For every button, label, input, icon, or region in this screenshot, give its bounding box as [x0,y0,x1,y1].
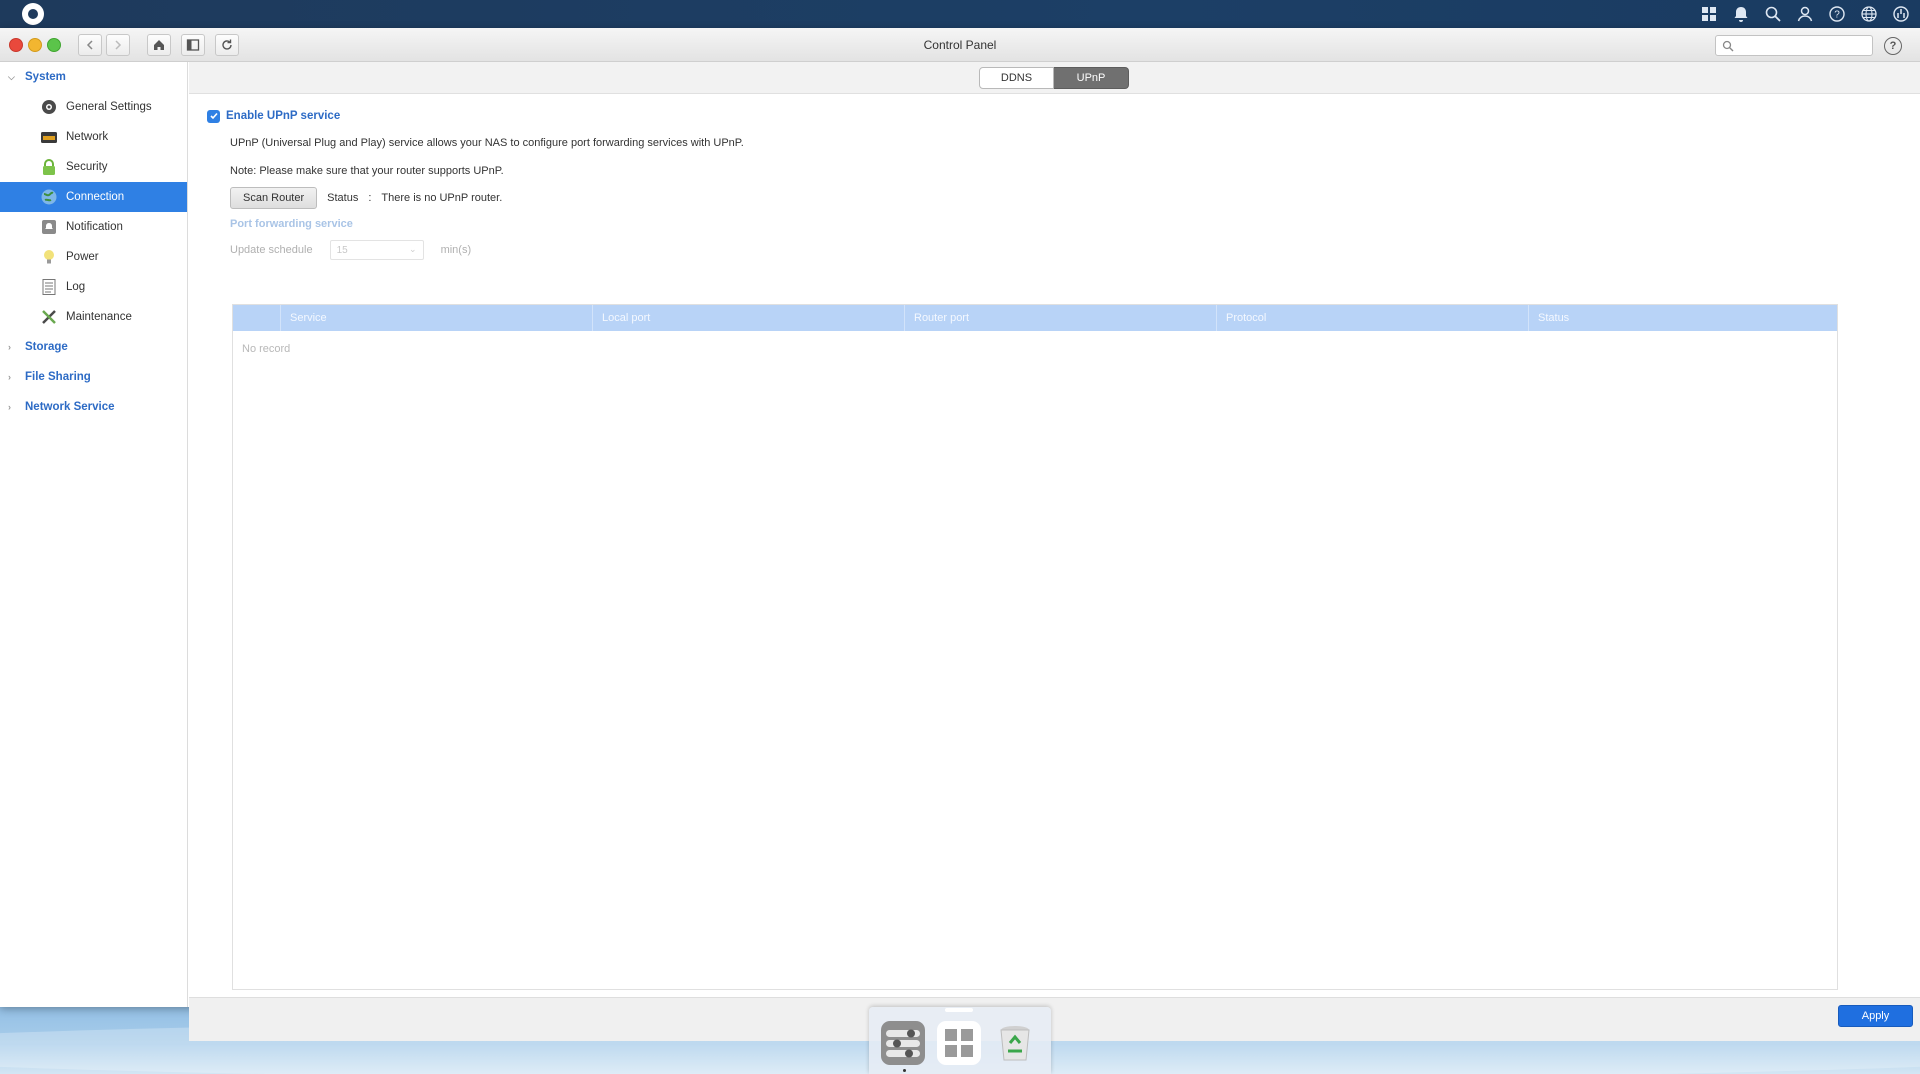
search-icon [1722,40,1734,51]
enable-upnp-label[interactable]: Enable UPnP service [226,110,340,122]
chevron-right-icon: › [8,342,11,352]
network-icon [40,128,58,146]
update-schedule-label: Update schedule [230,244,313,256]
help-button[interactable]: ? [1884,37,1902,55]
control-panel-window: Control Panel ? ⌵ System General Setting… [0,28,1920,1041]
globe-icon[interactable] [1860,5,1878,23]
dock-marker [945,1008,973,1012]
column-header-service[interactable]: Service [281,305,593,331]
sidebar-group-label: System [25,71,66,83]
tools-icon [40,308,58,326]
sidebar-group-file-sharing[interactable]: › File Sharing [0,362,187,392]
globe-connection-icon [40,188,58,206]
window-title: Control Panel [923,38,997,52]
dashboard-gauge-icon[interactable] [1892,5,1910,23]
sidebar: ⌵ System General Settings Network Securi… [0,62,188,1007]
chevron-down-icon: ⌄ [409,244,417,254]
control-panel-dock-icon[interactable] [881,1021,925,1065]
notification-icon [40,218,58,236]
column-header-router-port[interactable]: Router port [905,305,1217,331]
qnap-logo-icon[interactable] [22,3,44,25]
enable-upnp-checkbox[interactable] [207,109,220,123]
sidebar-group-system[interactable]: ⌵ System [0,62,187,92]
user-icon[interactable] [1796,5,1814,23]
table-header: Service Local port Router port Protocol … [233,305,1837,331]
system-topbar: ? [0,0,1920,28]
update-schedule-unit: min(s) [440,244,472,256]
sidebar-group-storage[interactable]: › Storage [0,332,187,362]
help-icon[interactable]: ? [1828,5,1846,23]
apps-grid-icon[interactable] [1700,5,1718,23]
sidebar-item-network[interactable]: Network [0,122,187,152]
status-value: There is no UPnP router. [381,192,503,204]
sidebar-item-maintenance[interactable]: Maintenance [0,302,187,332]
svg-text:?: ? [1834,10,1840,21]
sidebar-item-label: Connection [66,191,125,203]
sidebar-group-network-service[interactable]: › Network Service [0,392,187,422]
search-input[interactable] [1738,39,1868,52]
search-icon[interactable] [1764,5,1782,23]
column-header-protocol[interactable]: Protocol [1217,305,1529,331]
sidebar-item-label: General Settings [66,101,152,113]
tab-upnp[interactable]: UPnP [1054,67,1129,89]
chevron-down-icon: ⌵ [8,71,15,82]
sidebar-item-notification[interactable]: Notification [0,212,187,242]
footer-bar: Apply [189,997,1920,1041]
column-header-local-port[interactable]: Local port [593,305,905,331]
search-field[interactable] [1715,35,1873,56]
chevron-right-icon: › [8,402,11,412]
scan-router-button[interactable]: Scan Router [230,187,318,209]
update-schedule-value: 15 [336,244,348,256]
upnp-description: UPnP (Universal Plug and Play) service a… [230,137,744,149]
sidebar-item-label: Notification [66,221,123,233]
sidebar-item-label: Network [66,131,109,143]
sidebar-item-general-settings[interactable]: General Settings [0,92,187,122]
running-indicator [903,1069,906,1072]
tab-ddns[interactable]: DDNS [979,67,1054,89]
sidebar-item-label: Log [66,281,86,293]
apply-button[interactable]: Apply [1838,1005,1913,1027]
app-center-dock-icon[interactable] [937,1021,981,1065]
upnp-note: Note: Please make sure that your router … [230,165,504,177]
sidebar-group-label: Storage [25,341,68,353]
update-schedule-select[interactable]: 15 ⌄ [329,240,424,260]
sidebar-group-label: Network Service [25,401,115,413]
sidebar-item-label: Security [66,161,108,173]
lock-icon [40,158,58,176]
port-forwarding-title: Port forwarding service [230,218,353,230]
sidebar-group-label: File Sharing [25,371,91,383]
status-label: Status [327,192,359,204]
sidebar-item-connection[interactable]: Connection [0,182,187,212]
sidebar-item-security[interactable]: Security [0,152,187,182]
bell-icon[interactable] [1732,5,1750,23]
table-empty-message: No record [242,343,291,355]
window-titlebar: Control Panel ? [0,28,1920,62]
sidebar-item-log[interactable]: Log [0,272,187,302]
table-header-select[interactable] [233,305,281,331]
sidebar-item-label: Power [66,251,99,263]
port-forwarding-table: Service Local port Router port Protocol … [232,304,1838,990]
column-header-status[interactable]: Status [1529,305,1837,331]
chevron-right-icon: › [8,372,11,382]
tab-bar: DDNS UPnP [189,62,1920,94]
sidebar-item-power[interactable]: Power [0,242,187,272]
status-separator: : [368,192,372,204]
checkmark-icon [209,112,218,120]
log-icon [40,278,58,296]
dock [869,1007,1051,1074]
settings-gear-icon [40,98,58,116]
main-panel: DDNS UPnP Enable UPnP service UPnP (Univ… [189,62,1920,1041]
upnp-settings: Enable UPnP service UPnP (Universal Plug… [207,106,1920,260]
sidebar-item-label: Maintenance [66,311,132,323]
recycle-bin-dock-icon[interactable] [993,1021,1037,1065]
lightbulb-icon [40,248,58,266]
